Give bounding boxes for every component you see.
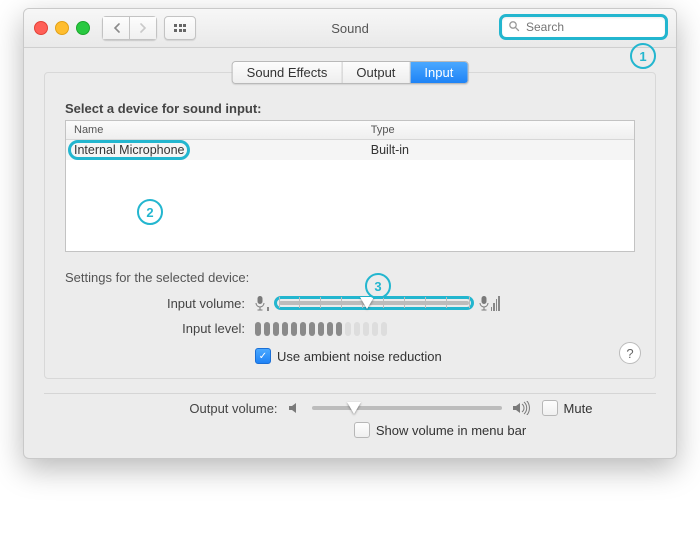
- level-segment: [318, 322, 324, 336]
- checkbox-icon: [354, 422, 370, 438]
- input-level-label: Input level:: [65, 321, 245, 336]
- ambient-noise-label: Use ambient noise reduction: [277, 349, 442, 364]
- window-body: Sound Effects Output Input Select a devi…: [24, 48, 676, 458]
- speaker-low-icon: [288, 401, 302, 415]
- level-segment: [264, 322, 270, 336]
- input-level-row: Input level:: [65, 321, 635, 336]
- level-segment: [255, 322, 261, 336]
- table-row[interactable]: Internal Microphone Built-in: [66, 140, 634, 160]
- forward-button[interactable]: [129, 16, 157, 40]
- close-icon[interactable]: [34, 21, 48, 35]
- column-type[interactable]: Type: [363, 121, 634, 139]
- level-segment: [282, 322, 288, 336]
- level-segment: [327, 322, 333, 336]
- window-controls: [34, 21, 90, 35]
- level-segment: [291, 322, 297, 336]
- separator: [44, 393, 656, 394]
- level-segment: [336, 322, 342, 336]
- annotation-1: 1: [630, 43, 656, 69]
- tab-output[interactable]: Output: [342, 62, 410, 83]
- input-volume-slider[interactable]: [279, 301, 469, 305]
- output-volume-label: Output volume:: [108, 401, 278, 416]
- checkbox-icon: [542, 400, 558, 416]
- tabs: Sound Effects Output Input: [232, 61, 469, 84]
- output-volume-slider[interactable]: [312, 406, 502, 410]
- input-level-meter: [255, 322, 387, 336]
- back-button[interactable]: [102, 16, 129, 40]
- show-volume-menubar-checkbox[interactable]: Show volume in menu bar: [354, 422, 526, 438]
- mute-label: Mute: [564, 401, 593, 416]
- annotation-3: 3: [365, 273, 391, 299]
- level-segment: [345, 322, 351, 336]
- titlebar: Sound 1: [24, 9, 676, 48]
- level-segment: [309, 322, 315, 336]
- search-input[interactable]: [524, 19, 677, 35]
- table-header: Name Type: [66, 121, 634, 140]
- sound-panel: Sound Effects Output Input Select a devi…: [44, 72, 656, 379]
- input-volume-label: Input volume:: [65, 296, 245, 311]
- input-volume-row: Input volume:: [65, 295, 635, 311]
- search-field[interactable]: [501, 16, 666, 38]
- mute-checkbox[interactable]: Mute: [542, 400, 593, 416]
- grid-icon: [174, 24, 186, 32]
- device-table: Name Type Internal Microphone Built-in: [65, 120, 635, 252]
- level-segment: [372, 322, 378, 336]
- output-volume-row: Output volume: Mute: [44, 400, 656, 416]
- tab-input[interactable]: Input: [410, 62, 467, 83]
- mic-high-icon: [479, 295, 500, 311]
- device-name-cell: Internal Microphone: [71, 143, 187, 157]
- speaker-high-icon: [512, 401, 532, 415]
- settings-heading: Settings for the selected device:: [65, 270, 635, 285]
- help-button[interactable]: ?: [619, 342, 641, 364]
- level-segment: [273, 322, 279, 336]
- device-type-cell: Built-in: [363, 140, 634, 160]
- mic-low-icon: [255, 295, 269, 311]
- show-volume-menubar-label: Show volume in menu bar: [376, 423, 526, 438]
- tab-sound-effects[interactable]: Sound Effects: [233, 62, 343, 83]
- ambient-noise-checkbox[interactable]: ✓ Use ambient noise reduction: [255, 348, 442, 364]
- annotation-2: 2: [137, 199, 163, 225]
- level-segment: [381, 322, 387, 336]
- checkbox-icon: ✓: [255, 348, 271, 364]
- level-segment: [354, 322, 360, 336]
- level-segment: [300, 322, 306, 336]
- show-all-button[interactable]: [164, 16, 196, 40]
- slider-thumb[interactable]: [360, 297, 374, 309]
- column-name[interactable]: Name: [66, 121, 363, 139]
- zoom-icon[interactable]: [76, 21, 90, 35]
- level-segment: [363, 322, 369, 336]
- search-icon: [508, 20, 520, 35]
- minimize-icon[interactable]: [55, 21, 69, 35]
- slider-thumb[interactable]: [347, 402, 361, 414]
- nav-buttons: [102, 16, 157, 40]
- input-device-heading: Select a device for sound input:: [65, 101, 635, 116]
- preferences-window: Sound 1 Sound Effects Output Input Selec…: [23, 8, 677, 459]
